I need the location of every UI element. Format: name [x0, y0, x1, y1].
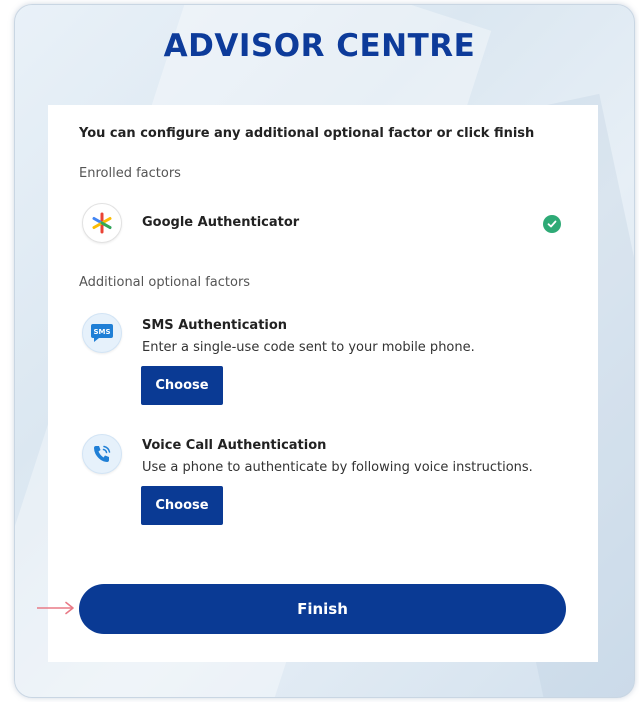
choose-voice-call-button[interactable]: Choose	[141, 486, 223, 525]
factor-title-sms: SMS Authentication	[142, 318, 288, 333]
sms-icon: SMS	[82, 313, 122, 353]
brand-title: ADVISOR CENTRE	[163, 28, 476, 64]
factor-title-google-authenticator: Google Authenticator	[142, 215, 300, 230]
google-authenticator-icon	[82, 203, 122, 243]
intro-text: You can configure any additional optiona…	[79, 126, 535, 141]
svg-text:SMS: SMS	[93, 328, 110, 336]
check-circle-icon	[543, 215, 561, 233]
factor-description-voice-call: Use a phone to authenticate by following…	[142, 460, 533, 475]
choose-sms-button[interactable]: Choose	[141, 366, 223, 405]
annotation-arrow-icon	[37, 601, 74, 615]
factor-title-voice-call: Voice Call Authentication	[142, 438, 327, 453]
factor-description-sms: Enter a single-use code sent to your mob…	[142, 340, 475, 355]
optional-factors-label: Additional optional factors	[79, 275, 251, 290]
phone-call-icon	[82, 434, 122, 474]
factor-card	[48, 105, 598, 662]
finish-button[interactable]: Finish	[79, 584, 566, 634]
enrolled-factors-label: Enrolled factors	[79, 166, 181, 181]
